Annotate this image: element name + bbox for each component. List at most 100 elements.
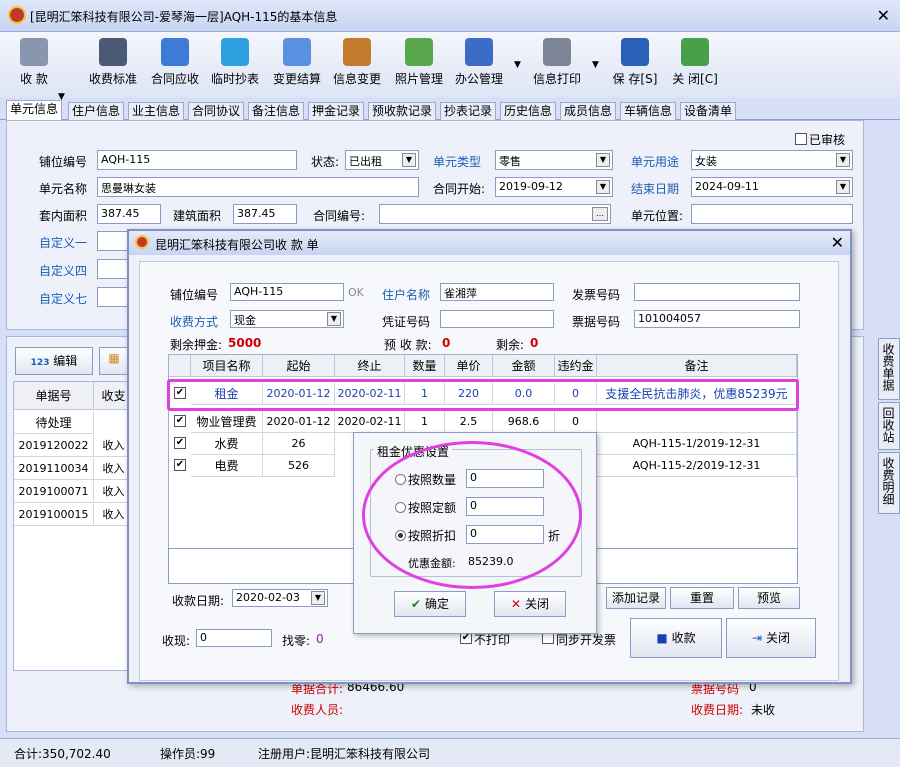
method-label: 收费方式	[170, 315, 219, 329]
type-select[interactable]: 零售 ▼	[495, 150, 613, 170]
deposit-label: 剩余押金:	[170, 338, 223, 352]
col-item: 项目名称	[191, 355, 263, 377]
dialog-close-button[interactable]: ⇥ 关闭	[726, 618, 816, 658]
collect-submit-button[interactable]: ■ 收款	[630, 618, 722, 658]
code-field[interactable]: AQH-115	[97, 150, 297, 170]
toolbar-button-2[interactable]: ▦	[99, 347, 129, 375]
popup-close-button[interactable]: ✕ 关闭	[494, 591, 566, 617]
invoice-field[interactable]	[634, 283, 800, 301]
table-cell: 2020-01-12	[263, 411, 335, 433]
confirm-button[interactable]: ✔ 确定	[394, 591, 466, 617]
method-select[interactable]: 现金 ▼	[230, 310, 344, 328]
tab-deposit[interactable]: 押金记录	[308, 102, 365, 120]
side-tab-details[interactable]: 收费明细	[878, 452, 900, 514]
chevron-down-icon[interactable]: ▼	[592, 60, 599, 70]
start-date-field[interactable]: 2019-09-12 ▼	[495, 177, 613, 197]
dlg-code-field[interactable]: AQH-115	[230, 283, 344, 301]
use-label: 单元用途	[631, 155, 680, 169]
print-info-button[interactable]: 信息打印	[530, 38, 584, 96]
tab-vehicles[interactable]: 车辆信息	[620, 102, 677, 120]
status-user: 注册用户:昆明汇笨科技有限公司	[258, 747, 431, 761]
collect-date-label: 收费日期:	[691, 703, 744, 717]
table-row[interactable]: 2019100015	[14, 504, 94, 526]
chevron-down-icon[interactable]: ▼	[514, 60, 521, 70]
table-row[interactable]: 待处理	[14, 412, 94, 434]
row-checkbox[interactable]: ✔	[174, 459, 186, 471]
remain-label: 剩余:	[496, 338, 525, 352]
contract-due-button[interactable]: 合同应收	[148, 38, 202, 96]
col-qty: 数量	[405, 355, 445, 377]
tab-equipment[interactable]: 设备清单	[680, 102, 737, 120]
table-cell: 26	[263, 433, 335, 455]
ellipsis-icon[interactable]: …	[592, 207, 608, 221]
side-tab-receipts[interactable]: 收费单据	[878, 338, 900, 400]
collector-label: 收费人员:	[291, 703, 344, 717]
status-select[interactable]: 已出租 ▼	[345, 150, 419, 170]
row-checkbox[interactable]: ✔	[174, 437, 186, 449]
ok-indicator: OK	[348, 286, 364, 299]
reset-button[interactable]: 重置	[670, 587, 734, 609]
side-tab-recycle[interactable]: 回收站	[878, 402, 900, 450]
recv-date-field[interactable]: 2020-02-03 ▼	[232, 589, 328, 607]
table-cell: 物业管理费	[191, 411, 263, 433]
photo-manage-button[interactable]: 照片管理	[392, 38, 446, 96]
fee-standard-button[interactable]: 收费标准	[86, 38, 140, 96]
tab-unit-info[interactable]: 单元信息	[6, 100, 63, 120]
build-area-field[interactable]: 387.45	[233, 204, 297, 224]
ticket-field[interactable]: 101004057	[634, 310, 800, 328]
status-operator: 操作员:99	[160, 747, 216, 761]
row-checkbox[interactable]: ✔	[174, 415, 186, 427]
tab-history[interactable]: 历史信息	[500, 102, 557, 120]
notebook-icon	[343, 38, 371, 66]
close-icon[interactable]: ✕	[831, 233, 844, 252]
edit-button[interactable]: 123 编辑	[15, 347, 93, 375]
table-cell: AQH-115-1/2019-12-31	[597, 433, 797, 455]
tab-tenant-info[interactable]: 住户信息	[68, 102, 125, 120]
tab-members[interactable]: 成员信息	[560, 102, 617, 120]
col-receipt-no: 单据号	[14, 382, 94, 410]
tab-prepaid[interactable]: 预收款记录	[368, 102, 437, 120]
inner-area-field[interactable]: 387.45	[97, 204, 161, 224]
use-select[interactable]: 女装 ▼	[691, 150, 853, 170]
tab-owner-info[interactable]: 业主信息	[128, 102, 185, 120]
table-cell: 0	[555, 411, 597, 433]
tenant-field[interactable]: 雀湘萍	[440, 283, 554, 301]
name-field[interactable]: 思曼琳女装	[97, 177, 419, 197]
cash-field[interactable]: 0	[196, 629, 272, 647]
voucher-field[interactable]	[440, 310, 554, 328]
preview-button[interactable]: 预览	[738, 587, 800, 609]
end-date-field[interactable]: 2024-09-11 ▼	[691, 177, 853, 197]
exit-icon: ⇥	[752, 631, 763, 645]
change-settle-button[interactable]: 变更结算	[270, 38, 324, 96]
contract-no-field[interactable]: …	[379, 204, 611, 224]
chevron-down-icon: ▼	[311, 591, 325, 605]
highlight-frame	[167, 379, 799, 411]
deposit-value: 5000	[228, 336, 262, 350]
reviewed-label: 已审核	[809, 133, 846, 147]
save-button[interactable]: 保 存[S]	[608, 38, 662, 96]
checkmark-icon: ✔	[411, 597, 422, 611]
col-amount: 金额	[493, 355, 555, 377]
temp-meter-button[interactable]: 临时抄表	[208, 38, 262, 96]
tab-remark[interactable]: 备注信息	[248, 102, 305, 120]
tab-meter[interactable]: 抄表记录	[440, 102, 497, 120]
table-row[interactable]: 2019110034	[14, 458, 94, 480]
col-end: 终止	[335, 355, 405, 377]
invoice-label: 发票号码	[572, 288, 621, 302]
receipt-table: 单据号 收支 待处理 2019120022 收入 2019110034 收入 2…	[13, 381, 134, 671]
add-record-button[interactable]: 添加记录	[606, 587, 666, 609]
office-manage-button[interactable]: 办公管理	[452, 38, 506, 96]
cross-icon: ✕	[511, 597, 522, 611]
prepaid-value: 0	[442, 336, 451, 350]
info-change-button[interactable]: 信息变更	[330, 38, 384, 96]
reviewed-checkbox[interactable]	[795, 133, 807, 145]
table-row[interactable]: 2019120022	[14, 435, 94, 457]
col-check	[169, 355, 191, 377]
tab-contract[interactable]: 合同协议	[188, 102, 245, 120]
table-row[interactable]: 2019100071	[14, 481, 94, 503]
close-icon[interactable]: ✕	[877, 6, 890, 25]
status-bar: 合计:350,702.40 操作员:99 注册用户:昆明汇笨科技有限公司	[0, 738, 900, 767]
close-button[interactable]: 关 闭[C]	[668, 38, 722, 96]
position-field[interactable]	[691, 204, 853, 224]
collect-button[interactable]: 收 款	[14, 38, 54, 96]
